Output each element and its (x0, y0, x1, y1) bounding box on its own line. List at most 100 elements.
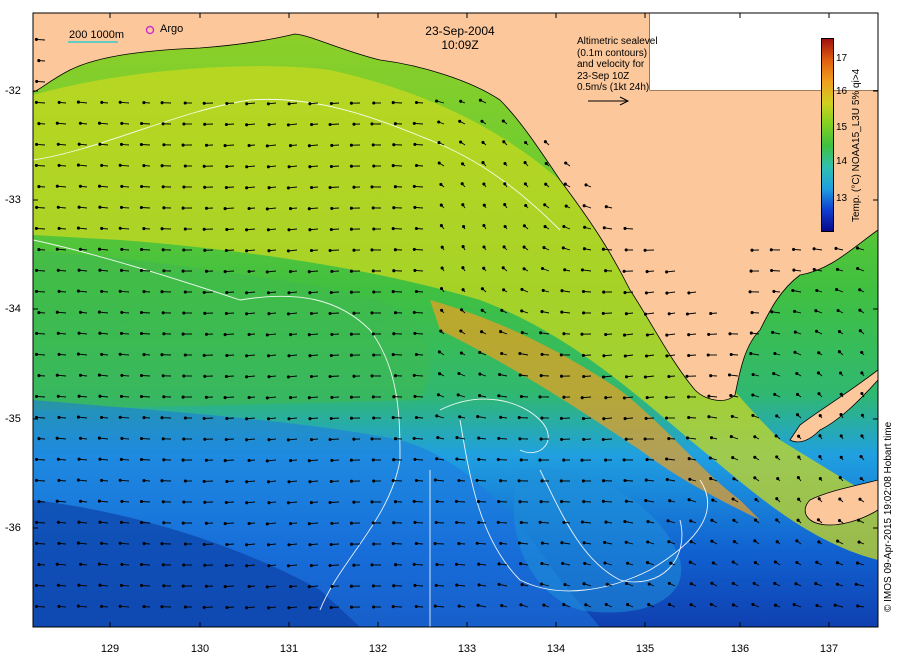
velocity-arrow-head (543, 140, 547, 144)
velocity-arrow-head (560, 437, 564, 441)
velocity-arrow-head (287, 228, 291, 232)
velocity-arrow-head (644, 499, 648, 503)
velocity-arrow-head (816, 518, 820, 522)
velocity-arrow-head (814, 329, 819, 333)
velocity-arrow-head (245, 102, 249, 106)
velocity-arrow-head (815, 288, 819, 293)
velocity-arrow-head (142, 290, 146, 294)
velocity-arrow-head (460, 182, 464, 186)
velocity-arrow-head (623, 478, 627, 483)
velocity-arrow-head (518, 351, 522, 356)
velocity-arrow-head (439, 182, 443, 186)
velocity-arrow-head (35, 457, 39, 461)
velocity-arrow-head (119, 457, 123, 461)
velocity-arrow-head (118, 541, 122, 545)
velocity-arrow-head (560, 310, 564, 314)
velocity-arrow-head (667, 540, 671, 544)
velocity-arrow-head (98, 142, 102, 146)
colorbar-tick: 14 (836, 156, 848, 167)
velocity-arrow-head (501, 119, 505, 123)
velocity-arrow-head (309, 438, 314, 442)
velocity-arrow-head (412, 562, 416, 566)
velocity-arrow-head (204, 584, 208, 588)
velocity-arrow-head (76, 226, 80, 230)
velocity-arrow-head (35, 394, 39, 398)
velocity-arrow-head (731, 456, 735, 460)
velocity-arrow-head (437, 141, 441, 145)
velocity-arrow-head (665, 478, 669, 482)
velocity-arrow-head (707, 415, 711, 419)
velocity-arrow-head (139, 310, 144, 315)
velocity-arrow-head (729, 435, 733, 439)
velocity-arrow-head (183, 353, 187, 357)
velocity-arrow-head (667, 374, 671, 379)
velocity-arrow-head (183, 101, 187, 105)
velocity-arrow-head (139, 457, 144, 462)
velocity-arrow-head (835, 582, 839, 586)
velocity-arrow-head (181, 395, 185, 399)
velocity-arrow-head (795, 560, 799, 565)
velocity-arrow-head (100, 604, 104, 608)
velocity-arrow-head (55, 184, 59, 188)
velocity-arrow-head (583, 561, 587, 565)
velocity-arrow-head (413, 331, 417, 335)
velocity-arrow-head (498, 372, 502, 377)
velocity-arrow-head (775, 518, 779, 522)
velocity-arrow-head (643, 248, 647, 252)
velocity-arrow-head (792, 603, 796, 607)
velocity-arrow-head (34, 415, 39, 419)
map-title: 23-Sep-2004 10:09Z (400, 24, 520, 52)
velocity-arrow-head (775, 455, 779, 459)
x-tick-label: 132 (368, 643, 388, 655)
velocity-arrow-head (455, 436, 459, 440)
velocity-arrow-head (562, 224, 566, 229)
velocity-arrow-head (120, 436, 124, 440)
velocity-arrow-head (496, 458, 500, 462)
velocity-arrow-head (57, 478, 61, 482)
velocity-arrow-head (522, 224, 526, 228)
velocity-arrow-head (142, 479, 146, 483)
velocity-arrow-head (477, 520, 481, 525)
velocity-arrow-head (644, 291, 648, 295)
velocity-arrow-head (267, 606, 271, 610)
velocity-arrow-head (729, 352, 733, 357)
velocity-arrow-head (412, 184, 416, 188)
velocity-arrow-head (414, 604, 418, 609)
velocity-arrow-head (414, 352, 418, 357)
velocity-arrow-head (57, 352, 61, 356)
velocity-arrow-head (623, 291, 627, 295)
velocity-arrow-head (414, 226, 418, 231)
white-mask (650, 13, 878, 90)
velocity-arrow-head (435, 99, 439, 103)
velocity-arrow-head (352, 311, 356, 315)
velocity-arrow-head (519, 562, 523, 566)
velocity-arrow-head (540, 352, 544, 356)
velocity-arrow-head (288, 144, 293, 148)
velocity-arrow-head (349, 584, 353, 588)
velocity-arrow-head (330, 206, 334, 210)
velocity-arrow-head (161, 500, 165, 504)
velocity-arrow-head (413, 268, 417, 272)
velocity-arrow-head (349, 479, 354, 483)
velocity-arrow-head (834, 246, 838, 250)
velocity-arrow-head (349, 353, 353, 357)
velocity-arrow-head (412, 247, 416, 251)
velocity-arrow-head (100, 352, 104, 356)
velocity-arrow-head (624, 312, 628, 316)
velocity-arrow-head (392, 269, 396, 273)
velocity-arrow-head (393, 122, 397, 126)
velocity-arrow-head (478, 372, 482, 376)
velocity-arrow-head (371, 332, 375, 336)
velocity-arrow-head (602, 417, 606, 421)
velocity-arrow-head (98, 331, 102, 335)
velocity-arrow-head (667, 437, 671, 441)
velocity-arrow-head (709, 311, 713, 316)
velocity-arrow-head (667, 602, 672, 607)
velocity-arrow-head (622, 458, 626, 462)
velocity-arrow-head (202, 416, 206, 420)
velocity-arrow-head (77, 520, 81, 524)
velocity-arrow-head (727, 373, 732, 377)
velocity-arrow-head (288, 207, 293, 211)
velocity-arrow-head (100, 163, 104, 167)
velocity-arrow-head (37, 374, 41, 378)
